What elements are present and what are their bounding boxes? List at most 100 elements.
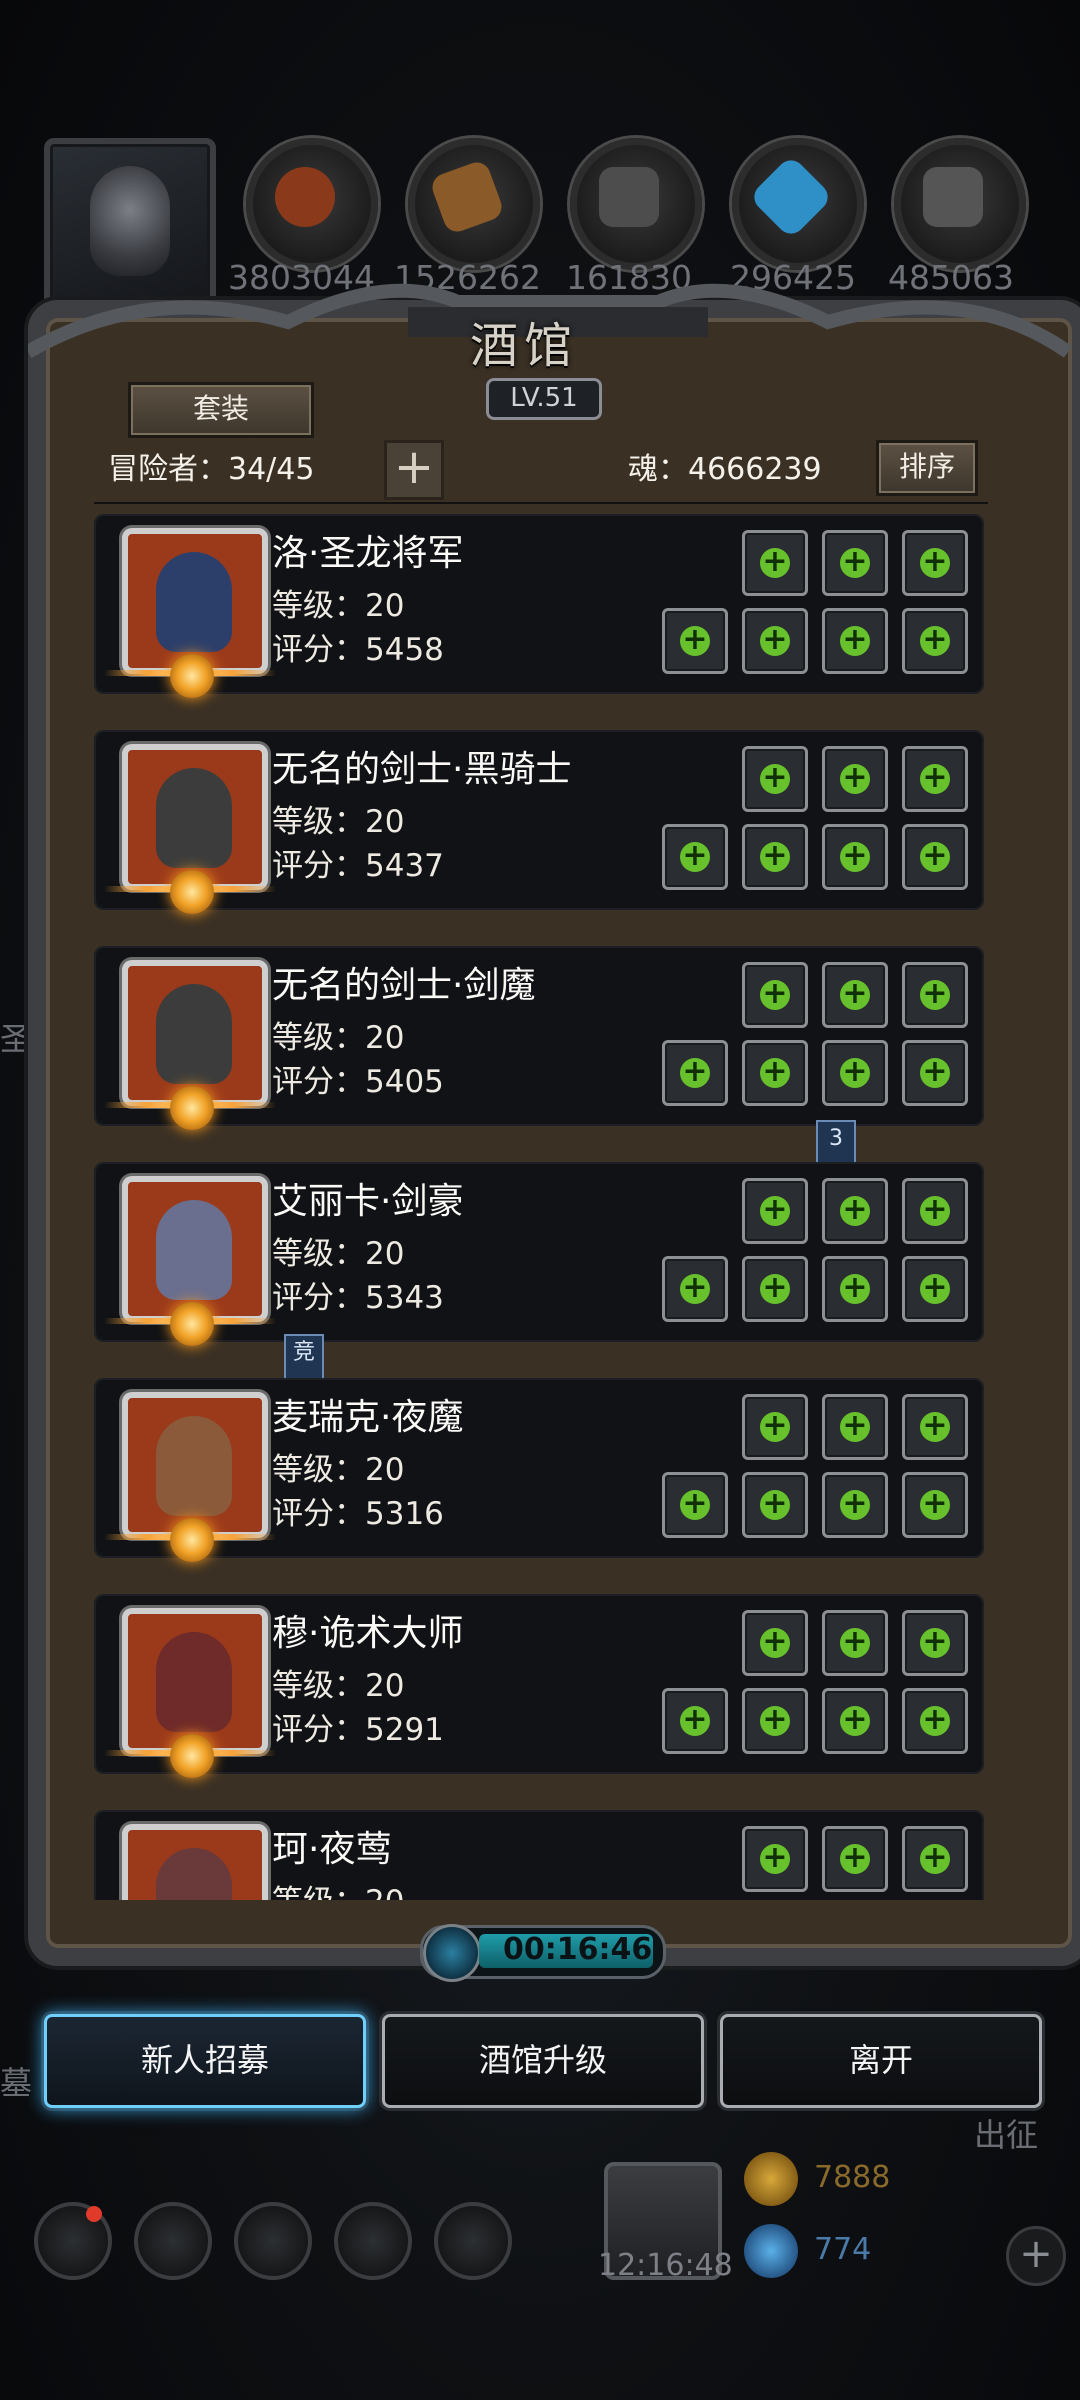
hero-level: 等级：20 — [272, 588, 405, 624]
hero-name: 麦瑞克·夜魔 — [272, 1397, 464, 1438]
rank-emblem-icon — [170, 1086, 214, 1130]
cloak-slot-icon[interactable]: + — [742, 1256, 808, 1322]
amulet-slot-icon[interactable]: + — [902, 1472, 968, 1538]
amulet-slot-icon[interactable]: + — [902, 608, 968, 674]
hero-card[interactable]: 无名的剑士·剑魔 等级：20 评分：5405 + + + + + + + — [94, 946, 984, 1130]
iron-value: 485063 — [888, 258, 1014, 297]
ring-slot-icon[interactable]: + — [822, 1688, 888, 1754]
gloves-slot-icon[interactable]: + — [902, 1610, 968, 1676]
player-avatar[interactable] — [44, 138, 216, 310]
cloak-slot-icon[interactable]: + — [742, 824, 808, 890]
helmet-slot-icon[interactable]: + — [742, 530, 808, 596]
hero-level: 等级：20 — [272, 1020, 405, 1056]
hero-card[interactable]: 无名的剑士·黑骑士 等级：20 评分：5437 + + + + + + + — [94, 730, 984, 914]
panel-title: 酒馆 — [470, 318, 579, 374]
hero-score: 评分：5343 — [272, 1280, 444, 1316]
weapon-slot-icon[interactable]: + — [662, 1688, 728, 1754]
add-currency-button[interactable]: + — [1006, 2226, 1066, 2286]
wood-resource-icon[interactable] — [408, 138, 540, 270]
cloak-slot-icon[interactable]: + — [742, 1472, 808, 1538]
hero-portrait[interactable] — [122, 1608, 268, 1754]
gloves-slot-icon[interactable]: + — [902, 530, 968, 596]
weapon-slot-icon[interactable]: + — [662, 1472, 728, 1538]
amulet-slot-icon[interactable]: + — [902, 1688, 968, 1754]
weapon-slot-icon[interactable]: + — [662, 608, 728, 674]
ring-slot-icon[interactable]: + — [822, 608, 888, 674]
ring-slot-icon[interactable]: + — [822, 1256, 888, 1322]
hero-portrait[interactable] — [122, 1392, 268, 1538]
hero-portrait[interactable] — [122, 960, 268, 1106]
sort-button[interactable]: 排序 — [876, 440, 978, 496]
helmet-slot-icon[interactable]: + — [742, 1610, 808, 1676]
set-button[interactable]: 套装 — [128, 382, 314, 438]
gold-amount: 7888 — [814, 2160, 891, 2195]
helmet-slot-icon[interactable]: + — [742, 1826, 808, 1892]
hero-card[interactable]: 麦瑞克·夜魔 等级：20 评分：5316 + + + + + + + — [94, 1378, 984, 1562]
armor-slot-icon[interactable]: + — [822, 530, 888, 596]
upgrade-tavern-button[interactable]: 酒馆升级 — [382, 2014, 704, 2108]
gloves-slot-icon[interactable]: + — [902, 746, 968, 812]
rank-emblem-icon — [170, 1734, 214, 1778]
star-icon[interactable] — [134, 2202, 212, 2280]
hero-portrait[interactable] — [122, 528, 268, 674]
crystal-resource-icon[interactable] — [732, 138, 864, 270]
guild-icon[interactable] — [234, 2202, 312, 2280]
arena-tag: 竞 — [284, 1334, 324, 1384]
gloves-slot-icon[interactable]: + — [902, 1826, 968, 1892]
gloves-slot-icon[interactable]: + — [902, 962, 968, 1028]
armor-slot-icon[interactable]: + — [822, 962, 888, 1028]
armor-slot-icon[interactable]: + — [822, 746, 888, 812]
helmet-slot-icon[interactable]: + — [742, 962, 808, 1028]
iron-resource-icon[interactable] — [894, 138, 1026, 270]
shop-icon[interactable] — [434, 2202, 512, 2280]
weapon-slot-icon[interactable]: + — [662, 824, 728, 890]
armor-slot-icon[interactable]: + — [822, 1178, 888, 1244]
cloak-slot-icon[interactable]: + — [742, 1040, 808, 1106]
expedition-label[interactable]: 出征 — [974, 2110, 1038, 2156]
soul-count: 魂：4666239 — [628, 452, 822, 487]
hero-score: 评分：5405 — [272, 1064, 444, 1100]
gloves-slot-icon[interactable]: + — [902, 1394, 968, 1460]
cloak-slot-icon[interactable]: + — [742, 608, 808, 674]
clock-icon — [423, 1924, 481, 1982]
armor-slot-icon[interactable]: + — [822, 1394, 888, 1460]
hero-card[interactable]: 艾丽卡·剑豪 等级：20 评分：5343 + + + + + + + — [94, 1162, 984, 1346]
hero-list[interactable]: 洛·圣龙将军 等级：20 评分：5458 + + + + + + + 无名的剑士… — [94, 512, 994, 1900]
amulet-slot-icon[interactable]: + — [902, 824, 968, 890]
armor-slot-icon[interactable]: + — [822, 1826, 888, 1892]
ring-slot-icon[interactable]: + — [822, 1040, 888, 1106]
hero-card[interactable]: 珂·夜莺 等级：20 + + + — [94, 1810, 984, 1900]
hero-portrait[interactable] — [122, 1824, 268, 1900]
stone-value: 161830 — [566, 258, 692, 297]
helmet-slot-icon[interactable]: + — [742, 746, 808, 812]
hero-score: 评分：5291 — [272, 1712, 444, 1748]
cloak-slot-icon[interactable]: + — [742, 1688, 808, 1754]
hero-portrait[interactable] — [122, 744, 268, 890]
rank-emblem-icon — [170, 1518, 214, 1562]
hero-portrait[interactable] — [122, 1176, 268, 1322]
mail-icon[interactable] — [334, 2202, 412, 2280]
recruit-button[interactable]: 新人招募 — [44, 2014, 366, 2108]
hero-level: 等级：20 — [272, 804, 405, 840]
notification-dot — [86, 2206, 102, 2222]
leave-button[interactable]: 离开 — [720, 2014, 1042, 2108]
weapon-slot-icon[interactable]: + — [662, 1040, 728, 1106]
ring-slot-icon[interactable]: + — [822, 1472, 888, 1538]
hero-card[interactable]: 洛·圣龙将军 等级：20 评分：5458 + + + + + + + — [94, 514, 984, 698]
amulet-slot-icon[interactable]: + — [902, 1040, 968, 1106]
gloves-slot-icon[interactable]: + — [902, 1178, 968, 1244]
helmet-slot-icon[interactable]: + — [742, 1178, 808, 1244]
adventurer-count: 冒险者：34/45 — [108, 452, 315, 487]
hero-score: 评分：5458 — [272, 632, 444, 668]
helmet-slot-icon[interactable]: + — [742, 1394, 808, 1460]
amulet-slot-icon[interactable]: + — [902, 1256, 968, 1322]
weapon-slot-icon[interactable]: + — [662, 1256, 728, 1322]
add-adventurer-slot-button[interactable]: + — [384, 440, 444, 500]
meat-resource-icon[interactable] — [246, 138, 378, 270]
ring-slot-icon[interactable]: + — [822, 824, 888, 890]
timer-text: 00:16:46 — [503, 1932, 653, 1967]
armor-slot-icon[interactable]: + — [822, 1610, 888, 1676]
stone-resource-icon[interactable] — [570, 138, 702, 270]
hero-card[interactable]: 穆·诡术大师 等级：20 评分：5291 + + + + + + + — [94, 1594, 984, 1778]
side-text-left: 墓 — [0, 2064, 33, 2102]
